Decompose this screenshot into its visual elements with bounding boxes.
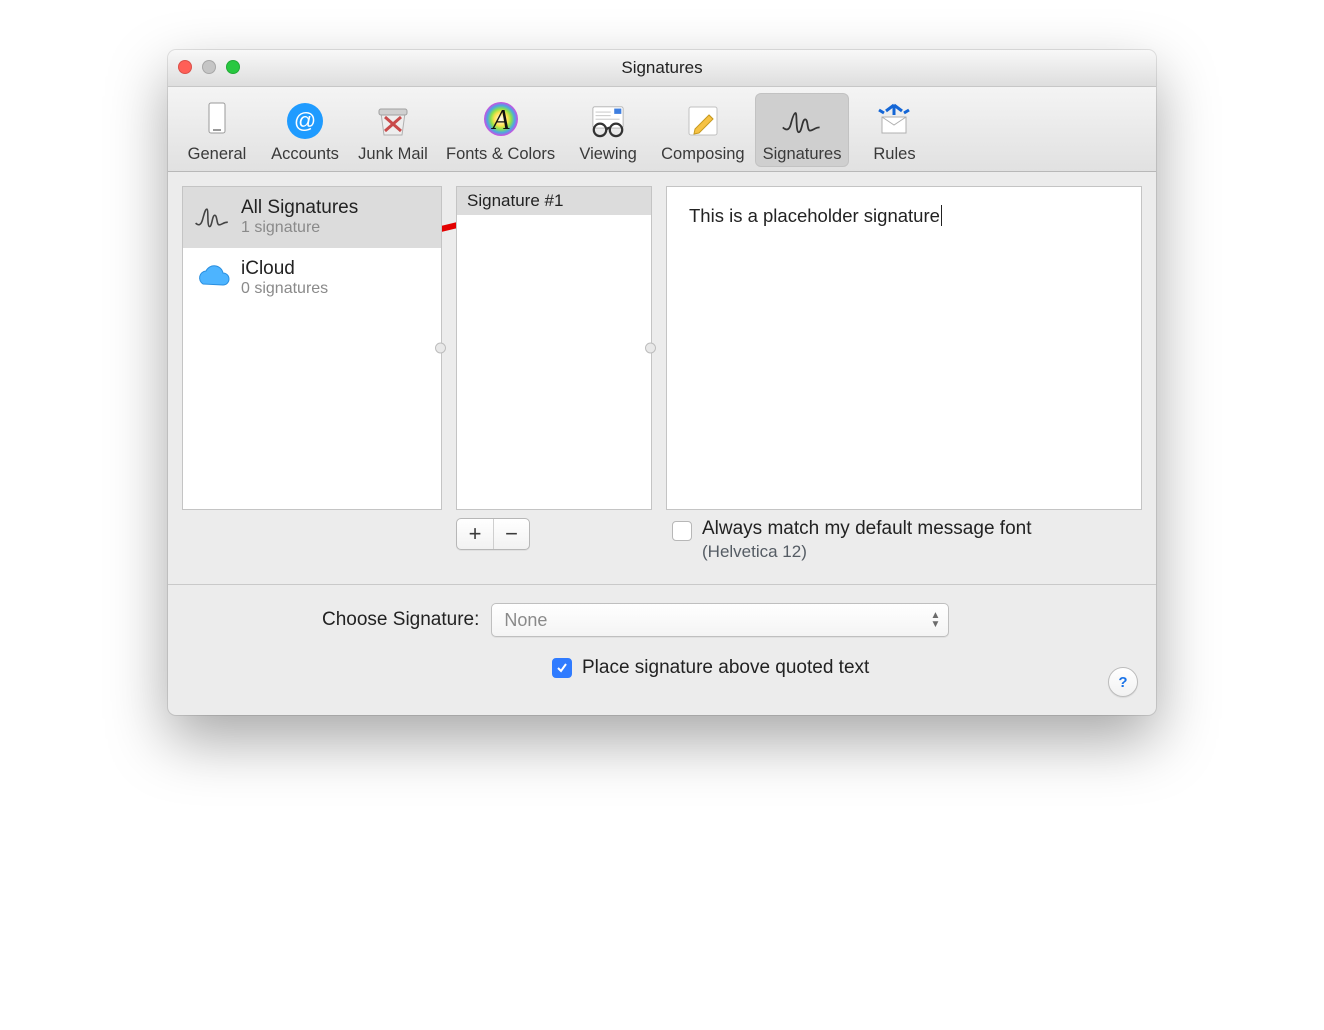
place-above-quoted-label: Place signature above quoted text (582, 657, 869, 679)
tab-general[interactable]: General (174, 93, 260, 167)
tab-label: Composing (661, 145, 744, 164)
rules-icon (870, 97, 918, 145)
signature-list-column: Signature #1 (456, 186, 652, 510)
choose-signature-label: Choose Signature: (322, 609, 479, 631)
tab-rules[interactable]: Rules (851, 93, 937, 167)
tab-label: Signatures (763, 145, 842, 164)
remove-signature-button[interactable]: − (493, 519, 529, 549)
window-controls (178, 60, 240, 74)
titlebar[interactable]: Signatures (168, 50, 1156, 87)
svg-text:@: @ (294, 108, 316, 133)
content-area: All Signatures 1 signature iCloud 0 sign… (168, 172, 1156, 715)
signature-content: This is a placeholder signature (689, 205, 940, 226)
column-resize-handle[interactable] (435, 343, 446, 354)
composing-icon (679, 97, 727, 145)
tab-viewing[interactable]: Viewing (565, 93, 651, 167)
icloud-icon (193, 258, 233, 298)
viewing-icon (584, 97, 632, 145)
account-icloud[interactable]: iCloud 0 signatures (183, 248, 441, 309)
zoom-window-button[interactable] (226, 60, 240, 74)
choose-signature-value: None (504, 610, 547, 631)
help-button[interactable]: ? (1108, 667, 1138, 697)
accounts-icon: @ (281, 97, 329, 145)
tab-fonts-colors[interactable]: A Fonts & Colors (438, 93, 563, 167)
fonts-colors-icon: A (477, 97, 525, 145)
tab-label: Fonts & Colors (446, 145, 555, 164)
tab-accounts[interactable]: @ Accounts (262, 93, 348, 167)
accounts-column: All Signatures 1 signature iCloud 0 sign… (182, 186, 442, 510)
minimize-window-button[interactable] (202, 60, 216, 74)
place-above-quoted-checkbox[interactable] (552, 658, 572, 678)
account-subtitle: 0 signatures (241, 280, 328, 298)
tab-junk-mail[interactable]: Junk Mail (350, 93, 436, 167)
choose-signature-select[interactable]: None ▲▼ (491, 603, 949, 637)
tab-composing[interactable]: Composing (653, 93, 752, 167)
tab-label: Accounts (271, 145, 339, 164)
tab-label: Rules (873, 145, 915, 164)
stepper-icon: ▲▼ (930, 611, 940, 629)
general-icon (193, 97, 241, 145)
add-remove-signature: + − (456, 518, 530, 550)
account-title: All Signatures (241, 197, 358, 219)
match-default-font-label: Always match my default message font (702, 518, 1031, 540)
add-signature-button[interactable]: + (457, 519, 493, 549)
tab-label: Junk Mail (358, 145, 428, 164)
signature-icon (193, 197, 233, 237)
match-default-font-option: Always match my default message font (He… (666, 518, 1142, 562)
tab-label: General (188, 145, 247, 164)
account-all-signatures[interactable]: All Signatures 1 signature (183, 187, 441, 248)
account-subtitle: 1 signature (241, 219, 358, 237)
tab-signatures[interactable]: Signatures (755, 93, 850, 167)
divider (168, 584, 1156, 585)
signature-row[interactable]: Signature #1 (457, 187, 651, 215)
match-default-font-sub: (Helvetica 12) (702, 542, 1031, 562)
signature-editor[interactable]: This is a placeholder signature (666, 186, 1142, 510)
junk-mail-icon (369, 97, 417, 145)
column-resize-handle[interactable] (645, 343, 656, 354)
signatures-icon (778, 97, 826, 145)
preferences-toolbar: General @ Accounts Junk Mail (168, 87, 1156, 172)
window-title: Signatures (621, 58, 702, 78)
preferences-window: Signatures General @ Accounts Junk Mail (168, 50, 1156, 715)
signature-name: Signature #1 (467, 191, 563, 210)
account-title: iCloud (241, 258, 328, 280)
match-default-font-checkbox[interactable] (672, 521, 692, 541)
text-caret (941, 205, 947, 226)
tab-label: Viewing (579, 145, 636, 164)
svg-text:A: A (490, 105, 510, 136)
close-window-button[interactable] (178, 60, 192, 74)
